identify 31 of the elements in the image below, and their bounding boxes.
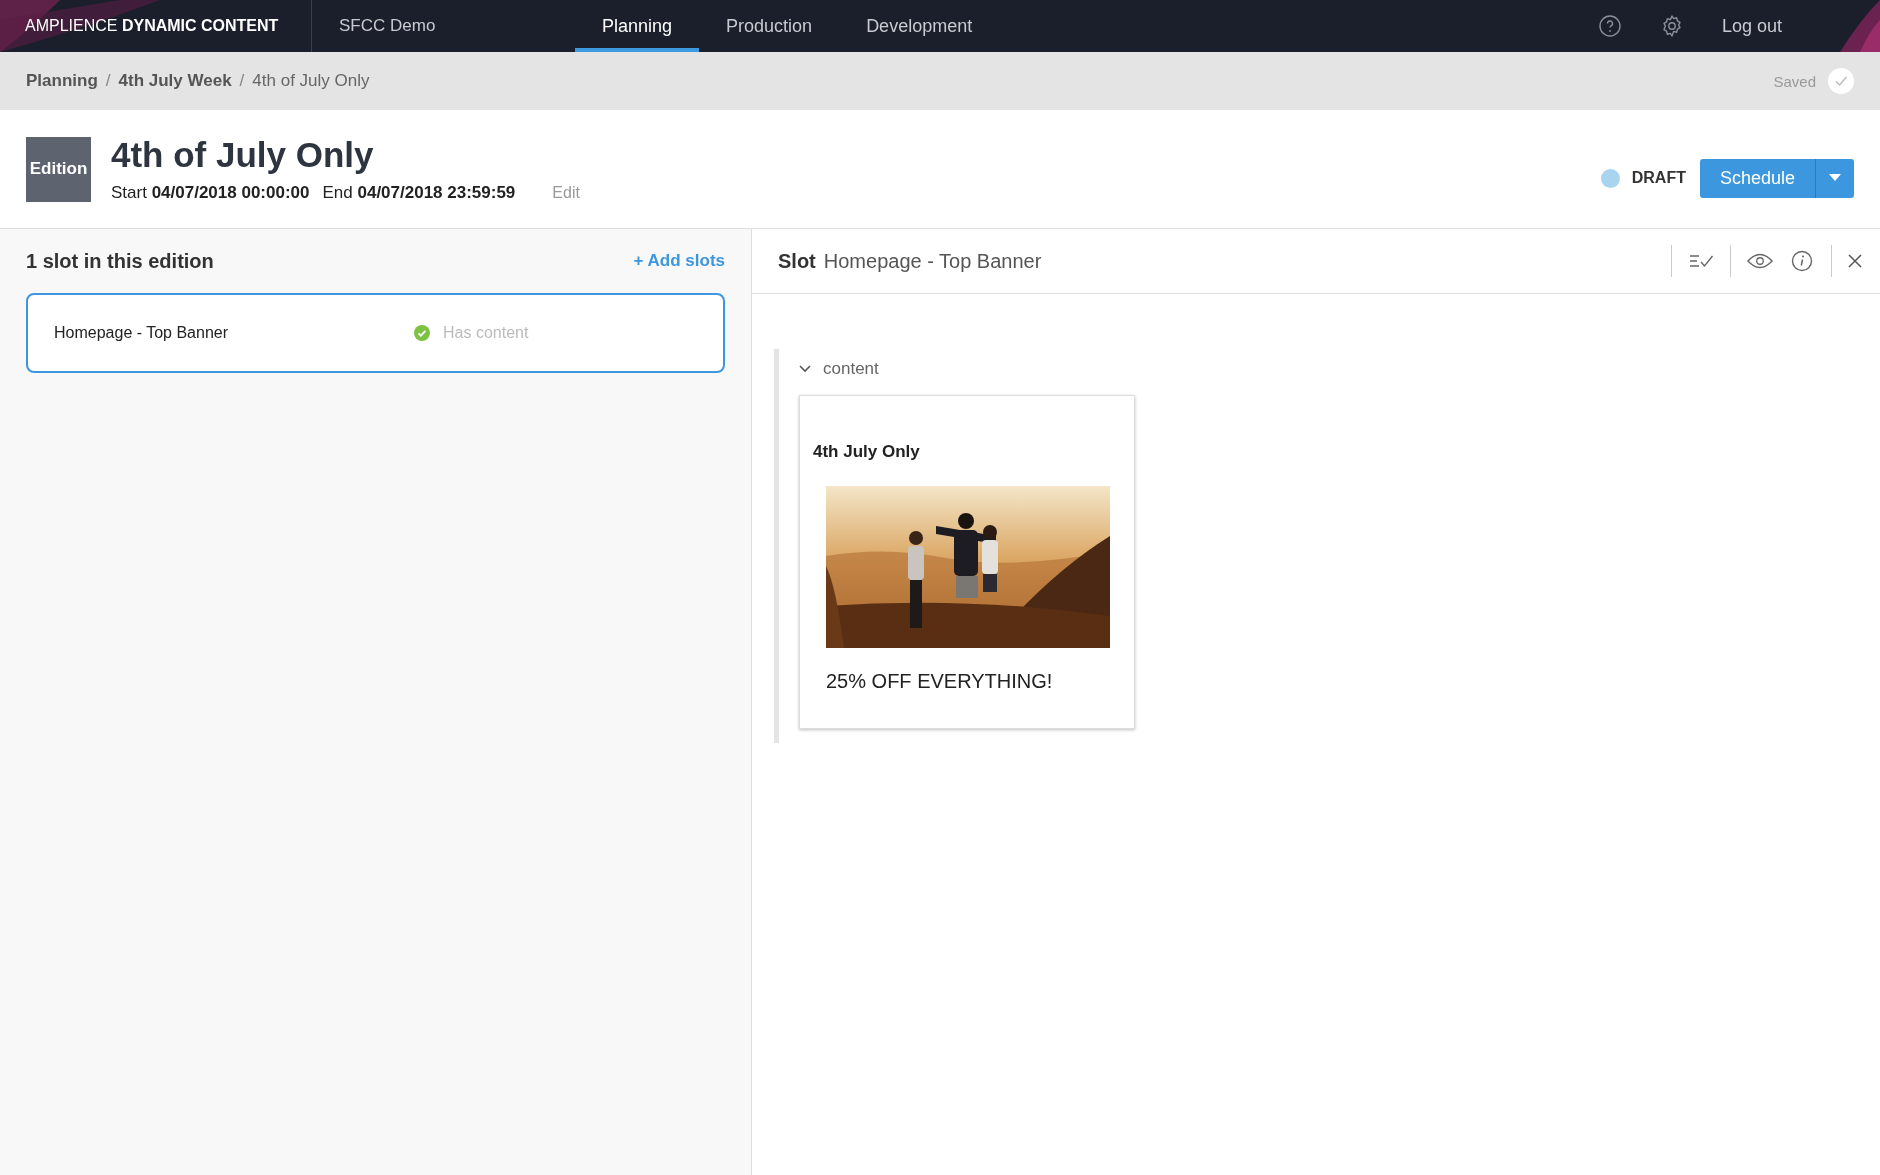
status-label: DRAFT	[1631, 169, 1686, 187]
close-icon[interactable]	[1848, 254, 1862, 268]
help-icon[interactable]	[1597, 14, 1622, 38]
nav-tab[interactable]: Production	[699, 0, 840, 52]
card-caption: 25% OFF EVERYTHING!	[826, 670, 1054, 693]
content-card[interactable]: 4th July Only 25% OFF EVERYTHING!	[799, 395, 1135, 729]
slot-status-text: Has content	[443, 324, 529, 342]
hub-name[interactable]: SFCC Demo	[339, 16, 575, 36]
breadcrumb-link[interactable]: Planning	[26, 71, 98, 91]
breadcrumb-link[interactable]: 4th July Week	[118, 71, 232, 91]
slots-heading: 1 slot in this edition	[26, 249, 214, 273]
slot-label: Slot	[778, 249, 816, 273]
end-date: End 04/07/2018 23:59:59	[322, 183, 516, 203]
slot-card[interactable]: Homepage - Top Banner Has content	[26, 293, 725, 373]
info-icon[interactable]	[1789, 250, 1815, 272]
edition-title: 4th of July Only	[111, 135, 375, 175]
breadcrumb-separator: /	[239, 71, 245, 91]
app-logo-text[interactable]: AMPLIENCE DYNAMIC CONTENT	[25, 17, 279, 35]
section-toggle[interactable]: content	[799, 359, 1880, 379]
slot-title: Homepage - Top Banner	[823, 249, 1042, 273]
start-date: Start 04/07/2018 00:00:00	[111, 183, 310, 203]
nav-tab[interactable]: Development	[839, 0, 1000, 52]
slot-name: Homepage - Top Banner	[54, 324, 230, 342]
save-status-text: Saved	[1773, 72, 1816, 90]
card-heading: 4th July Only	[813, 442, 921, 462]
schedule-dropdown-button[interactable]	[1816, 158, 1854, 198]
logout-link[interactable]: Log out	[1721, 15, 1782, 37]
breadcrumb-separator: /	[105, 71, 111, 91]
edition-badge: Edition	[26, 136, 91, 202]
breadcrumb-link[interactable]: 4th of July Only	[252, 71, 370, 91]
caret-icon	[1829, 174, 1841, 182]
